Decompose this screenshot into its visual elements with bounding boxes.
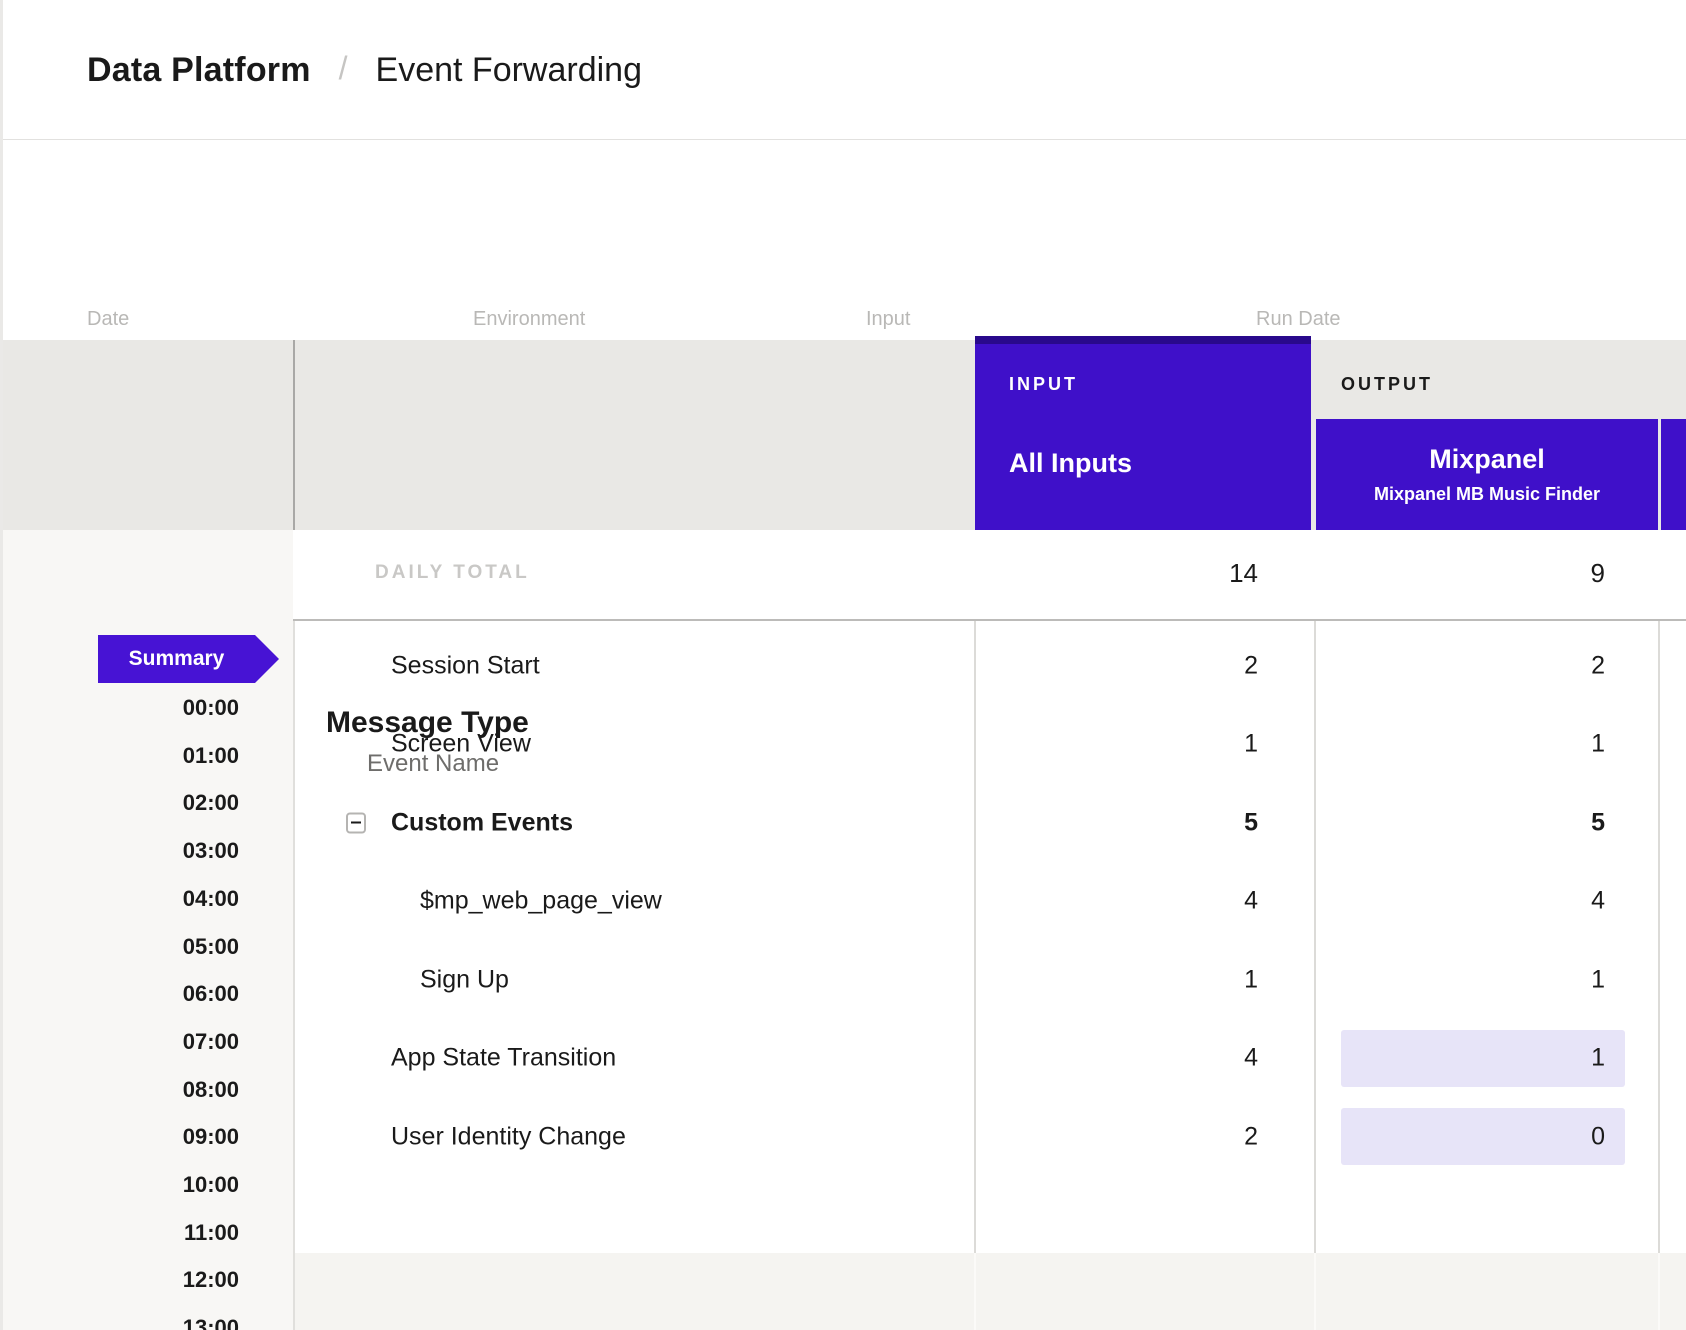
environment-filter-label: Environment bbox=[473, 308, 585, 331]
hour-item[interactable]: 06:00 bbox=[3, 970, 239, 1018]
hour-item[interactable]: 05:00 bbox=[3, 923, 239, 971]
hour-item[interactable]: 02:00 bbox=[3, 779, 239, 827]
row-label: Session Start bbox=[391, 651, 540, 680]
daily-total-output-value: 9 bbox=[1591, 558, 1605, 589]
output-column-name: Mixpanel bbox=[1429, 444, 1545, 475]
input-column-name: All Inputs bbox=[1009, 448, 1132, 479]
row-input-value: 2 bbox=[1244, 651, 1258, 680]
table-row: $mp_web_page_view 4 4 bbox=[3, 862, 1686, 941]
next-output-column-partial bbox=[1661, 419, 1686, 530]
hour-item[interactable]: 00:00 bbox=[3, 684, 239, 732]
hour-item[interactable]: 07:00 bbox=[3, 1018, 239, 1066]
row-label: $mp_web_page_view bbox=[420, 887, 662, 916]
row-input-value: 2 bbox=[1244, 1122, 1258, 1151]
output-column-subtitle: Mixpanel MB Music Finder bbox=[1374, 484, 1600, 505]
row-output-value: 1 bbox=[1591, 1044, 1605, 1073]
page-title: Event Forwarding bbox=[376, 51, 642, 90]
hour-item[interactable]: 03:00 bbox=[3, 827, 239, 875]
row-output-value: 1 bbox=[1591, 730, 1605, 759]
filters-bar: Date Environment Input Run Date 08/08/20… bbox=[3, 140, 1686, 340]
input-filter-label: Input bbox=[866, 308, 910, 331]
event-forwarding-page: Data Platform / Event Forwarding Date En… bbox=[0, 0, 1686, 1330]
column-divider bbox=[1658, 1253, 1660, 1330]
highlighted-output-cell bbox=[1341, 1108, 1625, 1165]
row-output-value: 1 bbox=[1591, 965, 1605, 994]
row-input-value: 1 bbox=[1244, 730, 1258, 759]
row-label: Screen View bbox=[391, 730, 531, 759]
empty-rows-band bbox=[293, 1253, 1686, 1330]
row-output-value: 4 bbox=[1591, 887, 1605, 916]
row-output-value: 5 bbox=[1591, 808, 1605, 837]
hour-item[interactable]: 01:00 bbox=[3, 732, 239, 780]
hour-item[interactable]: 08:00 bbox=[3, 1066, 239, 1114]
collapse-icon[interactable] bbox=[346, 812, 366, 833]
hour-item[interactable]: 11:00 bbox=[3, 1209, 239, 1257]
table-row: Screen View 1 1 bbox=[3, 705, 1686, 784]
column-divider bbox=[974, 1253, 976, 1330]
table-row: Custom Events 5 5 bbox=[3, 783, 1686, 862]
highlighted-output-cell bbox=[1341, 1030, 1625, 1087]
row-label: App State Transition bbox=[391, 1044, 616, 1073]
row-label: User Identity Change bbox=[391, 1122, 626, 1151]
hour-item[interactable]: 09:00 bbox=[3, 1113, 239, 1161]
run-date-label: Run Date bbox=[1256, 308, 1341, 331]
table-row: Sign Up 1 1 bbox=[3, 940, 1686, 1019]
hour-item[interactable]: 04:00 bbox=[3, 875, 239, 923]
row-output-value: 2 bbox=[1591, 651, 1605, 680]
row-label: Custom Events bbox=[391, 808, 573, 837]
breadcrumb-bar: Data Platform / Event Forwarding bbox=[3, 0, 1686, 140]
hour-item[interactable]: 12:00 bbox=[3, 1256, 239, 1304]
output-group-label: OUTPUT bbox=[1341, 374, 1433, 395]
column-divider bbox=[1314, 1253, 1316, 1330]
table-row: App State Transition 4 1 bbox=[3, 1019, 1686, 1098]
row-output-value: 0 bbox=[1591, 1122, 1605, 1151]
hour-item[interactable]: 13:00 bbox=[3, 1304, 239, 1330]
hours-list: 00:0001:0002:0003:0004:0005:0006:0007:00… bbox=[3, 0, 239, 1330]
daily-total-input-value: 14 bbox=[1229, 558, 1258, 589]
row-input-value: 4 bbox=[1244, 887, 1258, 916]
row-input-value: 4 bbox=[1244, 1044, 1258, 1073]
hour-item[interactable]: 10:00 bbox=[3, 1161, 239, 1209]
breadcrumb-separator: / bbox=[339, 50, 348, 87]
table-row: User Identity Change 2 0 bbox=[3, 1097, 1686, 1176]
row-label: Sign Up bbox=[420, 965, 509, 994]
input-column-header[interactable]: INPUT All Inputs bbox=[975, 336, 1311, 530]
daily-total-label: DAILY TOTAL bbox=[375, 562, 530, 584]
row-input-value: 1 bbox=[1244, 965, 1258, 994]
row-input-value: 5 bbox=[1244, 808, 1258, 837]
input-group-label: INPUT bbox=[1009, 374, 1078, 395]
output-column-header[interactable]: Mixpanel Mixpanel MB Music Finder bbox=[1316, 419, 1658, 530]
rail-divider bbox=[293, 340, 295, 530]
daily-total-row: DAILY TOTAL 14 9 bbox=[293, 530, 1686, 621]
